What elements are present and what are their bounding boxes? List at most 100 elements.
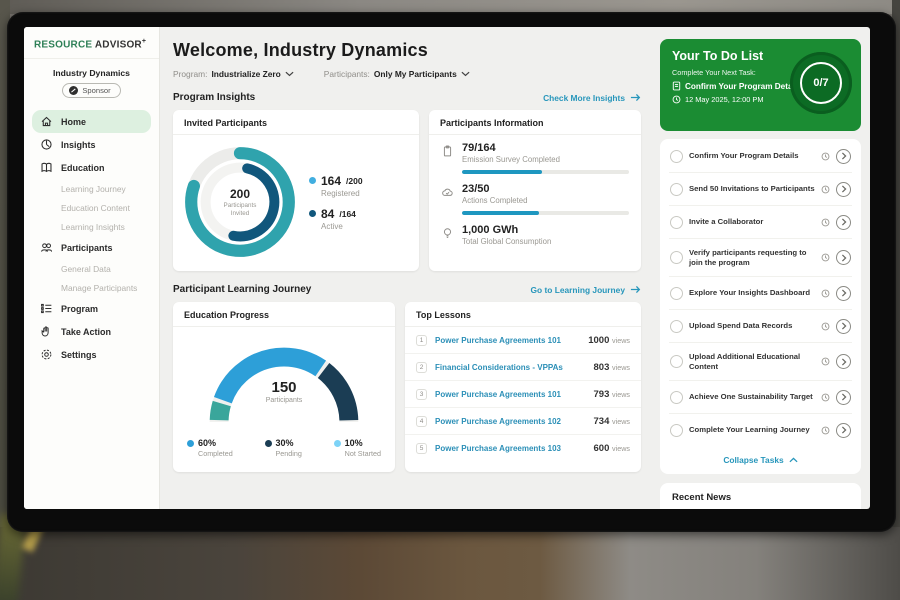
lesson-row[interactable]: 2 Financial Considerations - VPPAs 803 v… — [405, 354, 641, 381]
chevron-right-icon[interactable] — [836, 286, 851, 301]
task-row[interactable]: Explore Your Insights Dashboard — [669, 277, 852, 310]
sidebar-item-program[interactable]: Program — [32, 297, 151, 320]
go-to-learning-journey-link[interactable]: Go to Learning Journey — [531, 285, 641, 295]
registered-total: /200 — [346, 176, 363, 186]
task-checkbox[interactable] — [670, 251, 683, 264]
sidebar-item-take-action[interactable]: Take Action — [32, 320, 151, 343]
chevron-right-icon[interactable] — [836, 319, 851, 334]
task-checkbox[interactable] — [670, 216, 683, 229]
collapse-tasks-link[interactable]: Collapse Tasks — [669, 446, 852, 470]
sidebar-item-general-data[interactable]: General Data — [24, 259, 159, 278]
background-desk — [0, 527, 900, 600]
program-dropdown[interactable]: Program: Industrialize Zero — [173, 69, 294, 79]
not-started-pct: 10% — [345, 438, 363, 448]
check-more-insights-link[interactable]: Check More Insights — [543, 93, 641, 103]
sidebar-item-home[interactable]: Home — [32, 110, 151, 133]
lesson-link[interactable]: Financial Considerations - VPPAs — [435, 363, 586, 372]
views-suffix: views — [612, 390, 630, 399]
task-label: Complete Your Learning Journey — [689, 425, 815, 435]
invited-total: 200 — [230, 187, 250, 201]
lesson-views: 734 — [594, 416, 610, 427]
task-checkbox[interactable] — [670, 391, 683, 404]
task-label: Invite a Collaborator — [689, 217, 815, 227]
not-started-label: Not Started — [345, 449, 381, 458]
sidebar-item-learning-insights[interactable]: Learning Insights — [24, 217, 159, 236]
sidebar-item-education[interactable]: Education — [32, 156, 151, 179]
sidebar-item-insights[interactable]: Insights — [32, 133, 151, 156]
chevron-right-icon[interactable] — [836, 182, 851, 197]
legend-registered: 164 /200 Registered — [309, 174, 363, 198]
chevron-up-icon — [789, 457, 798, 463]
task-row[interactable]: Invite a Collaborator — [669, 206, 852, 239]
arrow-right-icon — [630, 93, 641, 102]
active-value: 84 — [321, 207, 334, 221]
clock-icon — [821, 426, 830, 435]
task-row[interactable]: Upload Spend Data Records — [669, 310, 852, 343]
task-row[interactable]: Achieve One Sustainability Target — [669, 381, 852, 414]
sponsor-label: Sponsor — [82, 86, 110, 95]
lesson-link[interactable]: Power Purchase Agreements 101 — [435, 336, 580, 345]
lesson-row[interactable]: 4 Power Purchase Agreements 102 734 view… — [405, 408, 641, 435]
task-label: Upload Additional Educational Content — [689, 352, 815, 372]
participants-dropdown[interactable]: Participants: Only My Participants — [324, 69, 470, 79]
chevron-right-icon[interactable] — [836, 250, 851, 265]
education-progress-card-title: Education Progress — [173, 302, 395, 327]
lesson-row[interactable]: 3 Power Purchase Agreements 101 793 view… — [405, 381, 641, 408]
go-to-learning-journey-label: Go to Learning Journey — [531, 285, 625, 295]
clock-icon — [821, 357, 830, 366]
program-insights-title: Program Insights — [173, 92, 255, 103]
task-checkbox[interactable] — [670, 320, 683, 333]
sidebar-nav: Home Insights Education Learning Journey… — [24, 110, 159, 366]
chevron-right-icon[interactable] — [836, 423, 851, 438]
sponsor-badge[interactable]: Sponsor — [62, 83, 120, 98]
lesson-views: 1000 — [588, 335, 609, 346]
chevron-right-icon[interactable] — [836, 390, 851, 405]
task-row[interactable]: Verify participants requesting to join t… — [669, 239, 852, 277]
lesson-row[interactable]: 1 Power Purchase Agreements 101 1000 vie… — [405, 327, 641, 354]
task-checkbox[interactable] — [670, 150, 683, 163]
participants-value: Only My Participants — [374, 69, 457, 79]
screen: RESOURCE ADVISOR+ Industry Dynamics Spon… — [24, 27, 870, 509]
chevron-right-icon[interactable] — [836, 215, 851, 230]
sidebar-item-participants[interactable]: Participants — [32, 236, 151, 259]
task-label: Upload Spend Data Records — [689, 321, 815, 331]
task-row[interactable]: Upload Additional Educational Content — [669, 343, 852, 381]
education-participants-value: 150 — [196, 379, 372, 396]
collapse-tasks-label: Collapse Tasks — [723, 455, 783, 465]
learning-journey-title: Participant Learning Journey — [173, 284, 311, 295]
lesson-row[interactable]: 5 Power Purchase Agreements 103 600 view… — [405, 435, 641, 461]
lesson-link[interactable]: Power Purchase Agreements 101 — [435, 390, 586, 399]
sidebar-item-settings[interactable]: Settings — [32, 343, 151, 366]
lesson-link[interactable]: Power Purchase Agreements 102 — [435, 417, 586, 426]
education-icon — [40, 161, 53, 174]
chevron-right-icon[interactable] — [836, 354, 851, 369]
sidebar-item-manage-participants[interactable]: Manage Participants — [24, 278, 159, 297]
chevron-right-icon[interactable] — [836, 149, 851, 164]
take-action-icon — [40, 325, 53, 338]
views-suffix: views — [612, 444, 630, 453]
insights-icon — [40, 138, 53, 151]
completed-label: Completed — [198, 449, 233, 458]
task-checkbox[interactable] — [670, 183, 683, 196]
lesson-rank: 1 — [416, 335, 427, 346]
sidebar-item-learning-journey[interactable]: Learning Journey — [24, 179, 159, 198]
task-label: Achieve One Sustainability Target — [689, 392, 815, 402]
sidebar-item-label: Program — [61, 304, 98, 314]
task-checkbox[interactable] — [670, 355, 683, 368]
actions-completed-progress-bar — [462, 211, 629, 215]
task-row[interactable]: Complete Your Learning Journey — [669, 414, 852, 446]
sidebar-item-education-content[interactable]: Education Content — [24, 198, 159, 217]
global-consumption-label: Total Global Consumption — [462, 237, 551, 246]
task-checkbox[interactable] — [670, 424, 683, 437]
lesson-link[interactable]: Power Purchase Agreements 103 — [435, 444, 586, 453]
survey-icon — [441, 144, 454, 158]
task-checkbox[interactable] — [670, 287, 683, 300]
pending-pct: 30% — [276, 438, 294, 448]
filters-row: Program: Industrialize Zero Participants… — [173, 69, 641, 79]
lesson-views: 803 — [594, 362, 610, 373]
arrow-right-icon — [630, 285, 641, 294]
task-row[interactable]: Confirm Your Program Details — [669, 140, 852, 173]
task-row[interactable]: Send 50 Invitations to Participants — [669, 173, 852, 206]
clock-icon — [672, 95, 681, 104]
todo-task-list: Confirm Your Program Details Send 50 Inv… — [660, 139, 861, 474]
